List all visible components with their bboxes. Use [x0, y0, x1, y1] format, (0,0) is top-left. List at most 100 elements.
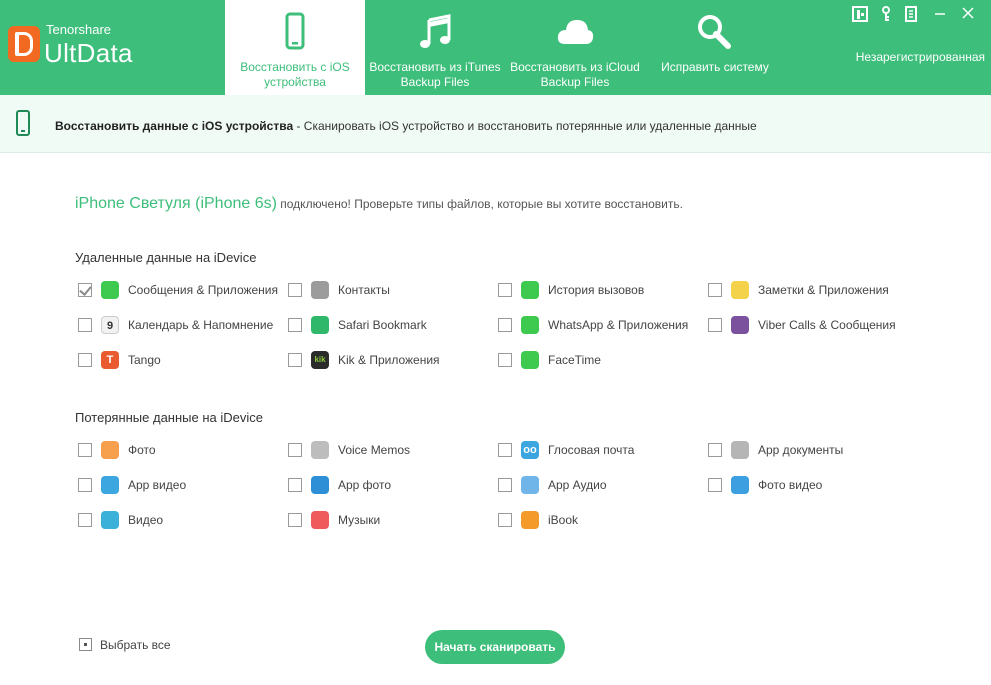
file-type-option[interactable]: iBook [498, 510, 698, 530]
option-label: Контакты [338, 283, 390, 297]
checkbox[interactable] [498, 513, 512, 527]
mode-subtitle: - Сканировать iOS устройство и восстанов… [293, 119, 757, 133]
checkbox[interactable] [78, 353, 92, 367]
contacts-icon [311, 281, 329, 299]
file-type-option[interactable]: Viber Calls & Сообщения [708, 315, 908, 335]
file-type-option[interactable]: История вызовов [498, 280, 698, 300]
checkbox[interactable] [708, 443, 722, 457]
voice-memos-icon [311, 441, 329, 459]
tab-repair-system[interactable]: Исправить систему [645, 0, 785, 95]
checkbox[interactable] [78, 283, 92, 297]
option-label: Фото [128, 443, 156, 457]
lost-section-title: Потерянные данные на iDevice [75, 410, 263, 425]
checkbox[interactable] [498, 443, 512, 457]
option-label: Safari Bookmark [338, 318, 427, 332]
kik-icon: kik [311, 351, 329, 369]
checkbox[interactable] [498, 353, 512, 367]
option-label: Voice Memos [338, 443, 411, 457]
file-type-option[interactable]: T Tango [78, 350, 278, 370]
checkbox[interactable] [498, 318, 512, 332]
device-name: iPhone Светуля (iPhone 6s) [75, 195, 277, 212]
file-type-option[interactable]: Voice Memos [288, 440, 488, 460]
feedback-icon[interactable] [903, 6, 921, 24]
tab-label: Восстановить из iCloud Backup Files [510, 60, 640, 89]
select-all-box[interactable] [79, 638, 92, 651]
file-type-option[interactable]: App фото [288, 475, 488, 495]
close-icon[interactable] [959, 6, 977, 24]
file-type-option[interactable]: Фото видео [708, 475, 908, 495]
viber-icon [731, 316, 749, 334]
option-label: App Аудио [548, 478, 607, 492]
file-type-option[interactable]: Видео [78, 510, 278, 530]
tab-recover-icloud[interactable]: Восстановить из iCloud Backup Files [505, 0, 645, 95]
tab-recover-itunes[interactable]: Восстановить из iTunes Backup Files [365, 0, 505, 95]
unregistered-link[interactable]: Незарегистрированная [856, 50, 985, 64]
option-label: WhatsApp & Приложения [548, 318, 689, 332]
checkbox[interactable] [78, 478, 92, 492]
header-bar: Tenorshare UltData Восстановить с iOS ус… [0, 0, 991, 95]
file-type-option[interactable]: App видео [78, 475, 278, 495]
option-label: Сообщения & Приложения [128, 283, 279, 297]
checkbox[interactable] [708, 318, 722, 332]
checkbox[interactable] [78, 443, 92, 457]
mode-title: Восстановить данные с iOS устройства [55, 119, 294, 133]
file-type-option[interactable]: Safari Bookmark [288, 315, 488, 335]
app-video-icon [101, 476, 119, 494]
checkbox[interactable] [78, 318, 92, 332]
file-type-option[interactable]: Фото [78, 440, 278, 460]
file-type-option[interactable]: WhatsApp & Приложения [498, 315, 698, 335]
option-label: App видео [128, 478, 187, 492]
checkbox[interactable] [288, 353, 302, 367]
option-label: Фото видео [758, 478, 823, 492]
music-icon [311, 511, 329, 529]
file-type-option[interactable]: Заметки & Приложения [708, 280, 908, 300]
register-icon[interactable] [851, 6, 869, 24]
cloud-icon [557, 20, 594, 44]
option-label: Kik & Приложения [338, 353, 440, 367]
phone-icon [285, 12, 305, 50]
checkbox[interactable] [288, 283, 302, 297]
option-label: Заметки & Приложения [758, 283, 889, 297]
checkbox[interactable] [708, 283, 722, 297]
mode-description: Восстановить данные с iOS устройства - С… [55, 119, 757, 133]
option-label: Видео [128, 513, 164, 527]
checkbox[interactable] [498, 478, 512, 492]
file-type-option[interactable]: App документы [708, 440, 908, 460]
document-icon [731, 441, 749, 459]
option-label: App фото [338, 478, 392, 492]
checkbox[interactable] [288, 478, 302, 492]
device-message: подключено! Проверьте типы файлов, котор… [276, 197, 683, 211]
checkbox[interactable] [288, 318, 302, 332]
option-label: Tango [128, 353, 161, 367]
minimize-icon[interactable] [931, 6, 949, 24]
facetime-icon [521, 351, 539, 369]
file-type-option[interactable]: Музыки [288, 510, 488, 530]
calendar-icon: 9 [101, 316, 119, 334]
file-type-option[interactable]: App Аудио [498, 475, 698, 495]
tab-label: Восстановить из iTunes Backup Files [369, 60, 501, 89]
tab-recover-ios[interactable]: Восстановить с iOS устройства [225, 0, 365, 95]
whatsapp-icon [521, 316, 539, 334]
option-label: Глосовая почта [548, 443, 635, 457]
checkbox[interactable] [288, 443, 302, 457]
window-controls [851, 6, 981, 24]
file-type-option[interactable]: kik Kik & Приложения [288, 350, 488, 370]
select-all-label: Выбрать все [100, 638, 171, 652]
file-type-option[interactable]: FaceTime [498, 350, 698, 370]
checkbox[interactable] [708, 478, 722, 492]
file-type-option[interactable]: Сообщения & Приложения [78, 280, 278, 300]
file-type-option[interactable]: Контакты [288, 280, 488, 300]
ibook-icon [521, 511, 539, 529]
app-photo-icon [311, 476, 329, 494]
file-type-option[interactable]: oo Глосовая почта [498, 440, 698, 460]
checkbox[interactable] [78, 513, 92, 527]
wrench-icon [698, 15, 731, 49]
checkbox[interactable] [498, 283, 512, 297]
brand-product: UltData [44, 38, 133, 68]
file-type-option[interactable]: 9 Календарь & Напомнение [78, 315, 278, 335]
checkbox[interactable] [288, 513, 302, 527]
key-icon[interactable] [877, 6, 895, 24]
mode-banner: Восстановить данные с iOS устройства - С… [0, 95, 991, 153]
phone-call-icon [521, 281, 539, 299]
start-scan-button[interactable]: Начать сканировать [425, 630, 565, 664]
